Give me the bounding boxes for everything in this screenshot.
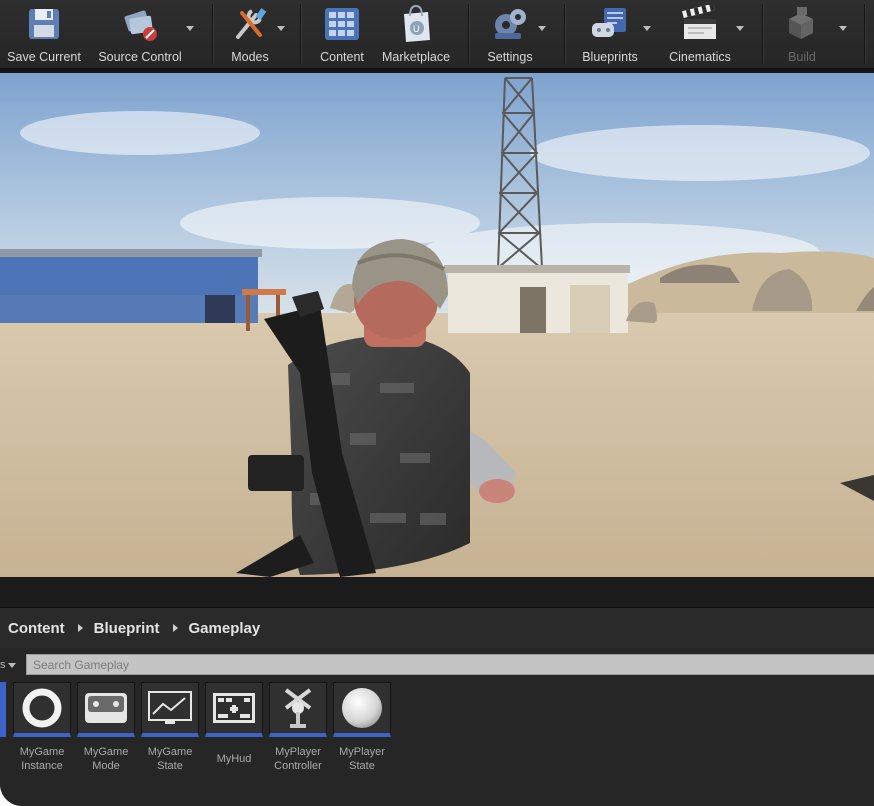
editor-window: Save Current Source Control Modes Conten… (0, 0, 874, 806)
asset-label: MyPlayer Controller (274, 746, 322, 772)
toolbar-divider (864, 4, 866, 64)
sphere-icon (333, 682, 391, 737)
search-placeholder: Search Gameplay (33, 658, 130, 672)
toolbar-divider (300, 4, 302, 64)
content-label: Content (320, 50, 364, 64)
asset-label: MyGame Instance (19, 746, 65, 772)
modes-button[interactable]: Modes (220, 0, 280, 66)
hud-screen-icon (205, 682, 263, 737)
breadcrumb-arrow-icon[interactable] (77, 624, 83, 632)
scene-render (0, 73, 874, 577)
source-control-button[interactable]: Source Control (92, 0, 188, 66)
toolbar-divider (468, 4, 470, 64)
source-control-chevron-down-icon[interactable] (186, 26, 194, 31)
marketplace-bag-icon: U (396, 4, 436, 44)
modes-chevron-down-icon[interactable] (277, 26, 285, 31)
clapperboard-icon (680, 4, 720, 44)
build-chevron-down-icon[interactable] (839, 26, 847, 31)
blueprints-chevron-down-icon[interactable] (643, 26, 651, 31)
cinematics-chevron-down-icon[interactable] (736, 26, 744, 31)
asset-grid: MyGame Instance MyGame Mode MyGame State… (0, 682, 874, 802)
asset-tile-myplayer-controller[interactable]: MyPlayer Controller (266, 682, 330, 773)
blueprints-icon (590, 4, 630, 44)
settings-chevron-down-icon[interactable] (538, 26, 546, 31)
gamepad-icon (77, 682, 135, 737)
toolbar-divider (564, 4, 566, 64)
content-grid-icon (322, 4, 362, 44)
breadcrumb-blueprint[interactable]: Blueprint (94, 620, 160, 637)
asset-tile-myplayer-state[interactable]: MyPlayer State (330, 682, 394, 773)
graph-monitor-icon (141, 682, 199, 737)
filter-row: s Search Gameplay (0, 652, 874, 678)
build-label: Build (788, 50, 816, 64)
build-blocks-icon (782, 4, 822, 44)
modes-tools-icon (230, 4, 270, 44)
marketplace-button[interactable]: U Marketplace (376, 0, 456, 66)
filters-dropdown[interactable]: s (0, 656, 24, 674)
settings-gears-icon (490, 4, 530, 44)
search-input[interactable]: Search Gameplay (26, 654, 874, 675)
svg-text:U: U (413, 24, 420, 34)
filters-chevron-down-icon (7, 662, 16, 668)
content-button[interactable]: Content (312, 0, 372, 66)
modes-label: Modes (231, 50, 269, 64)
filters-letter: s (0, 659, 6, 671)
player-controller-icon (269, 682, 327, 737)
asset-label: MyGame Mode (83, 746, 129, 772)
source-control-label: Source Control (98, 50, 182, 64)
viewport-divider-bar (0, 577, 874, 608)
breadcrumb-arrow-icon[interactable] (172, 624, 178, 632)
asset-tile-mygame-instance[interactable]: MyGame Instance (10, 682, 74, 773)
level-viewport[interactable] (0, 73, 874, 577)
asset-tile-myhud[interactable]: MyHud (202, 682, 266, 766)
main-toolbar: Save Current Source Control Modes Conten… (0, 0, 874, 70)
asset-label: MyGame State (147, 746, 193, 772)
floppy-disk-icon (24, 4, 64, 44)
toolbar-divider (762, 4, 764, 64)
content-browser: Content Blueprint Gameplay s Search Game… (0, 608, 874, 806)
breadcrumb-gameplay[interactable]: Gameplay (189, 620, 261, 637)
breadcrumb-content[interactable]: Content (8, 620, 65, 637)
blueprints-label: Blueprints (582, 50, 638, 64)
source-control-icon (120, 4, 160, 44)
partial-asset-tile[interactable] (0, 682, 6, 737)
save-current-label: Save Current (7, 50, 81, 64)
cinematics-button[interactable]: Cinematics (662, 0, 738, 66)
asset-label: MyPlayer State (339, 746, 385, 772)
breadcrumb: Content Blueprint Gameplay (0, 608, 874, 648)
marketplace-label: Marketplace (381, 50, 451, 64)
blueprints-button[interactable]: Blueprints (574, 0, 646, 66)
cinematics-label: Cinematics (669, 50, 731, 64)
toolbar-divider (212, 4, 214, 64)
save-current-button[interactable]: Save Current (4, 0, 84, 66)
asset-tile-mygame-mode[interactable]: MyGame Mode (74, 682, 138, 773)
settings-label: Settings (487, 50, 533, 64)
asset-tile-mygame-state[interactable]: MyGame State (138, 682, 202, 773)
ring-icon (13, 682, 71, 737)
build-button[interactable]: Build (772, 0, 832, 66)
asset-label: MyHud (216, 753, 252, 765)
settings-button[interactable]: Settings (480, 0, 540, 66)
